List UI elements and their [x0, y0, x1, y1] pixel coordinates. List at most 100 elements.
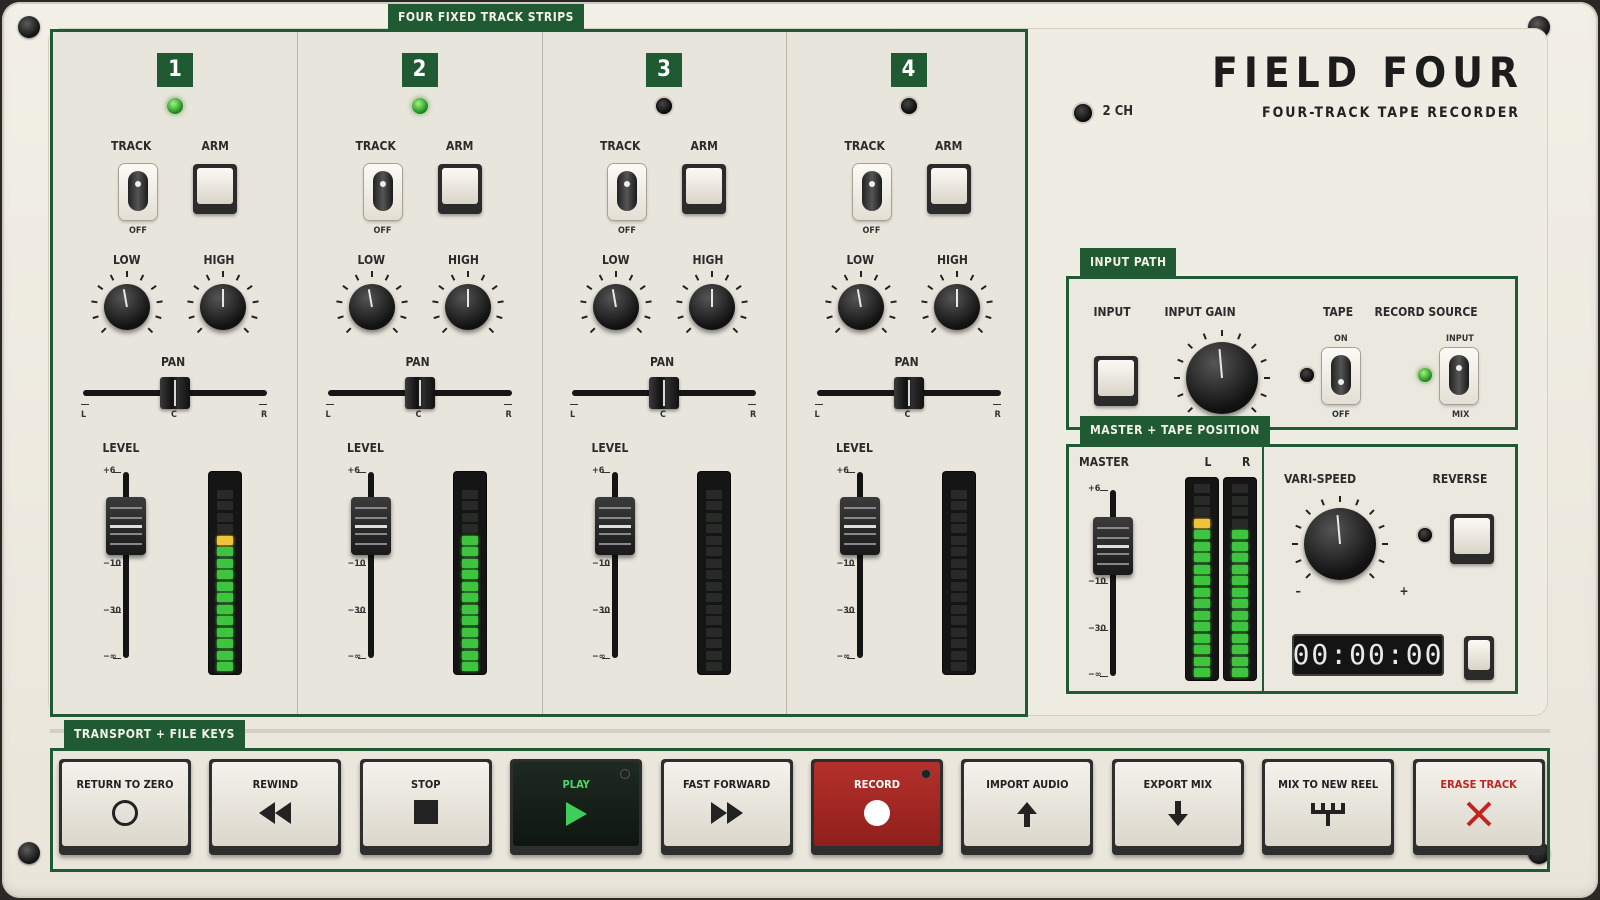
reverse-button[interactable]	[1450, 514, 1494, 564]
tape-toggle[interactable]	[1322, 348, 1360, 404]
fader-scale-label: −30	[103, 605, 122, 616]
knob-pointer	[1336, 515, 1341, 545]
low-eq-knob[interactable]	[91, 271, 163, 343]
low-eq-knob[interactable]	[824, 271, 897, 343]
pan-l-label: L	[81, 410, 87, 420]
button-face: IMPORT AUDIO	[964, 762, 1091, 846]
track-toggle[interactable]	[119, 164, 157, 220]
mix-to-new-reel-button[interactable]: MIX TO NEW REEL	[1262, 759, 1395, 855]
meter-segment	[1232, 495, 1248, 505]
record-icon	[814, 800, 940, 826]
meter-segment	[950, 616, 967, 625]
fader-cap[interactable]	[1093, 517, 1133, 575]
record-source-toggle[interactable]	[1440, 348, 1478, 404]
return-to-zero-button[interactable]: RETURN TO ZERO	[59, 759, 191, 855]
pan-tick-l	[814, 404, 823, 405]
indicator-led	[621, 770, 630, 778]
button-face: REWIND	[212, 762, 339, 846]
record-source-mix-label: MIX	[1452, 410, 1470, 420]
track-toggle[interactable]	[608, 164, 646, 220]
fader-line	[843, 533, 876, 535]
button-face: FAST FORWARD	[663, 762, 790, 846]
fader-cap[interactable]	[839, 497, 880, 555]
fader-scale-label: −∞	[836, 652, 851, 662]
stop-icon	[363, 800, 489, 824]
high-eq-knob[interactable]	[920, 271, 993, 343]
arm-button[interactable]	[682, 164, 726, 214]
high-eq-knob[interactable]	[431, 271, 504, 343]
high-eq-knob[interactable]	[676, 271, 748, 343]
fader-scale-tick	[113, 472, 121, 473]
meter-segment	[1232, 576, 1248, 585]
input-gain-knob[interactable]	[1174, 330, 1270, 426]
pan-slider[interactable]	[160, 377, 190, 409]
fader-scale-label: +6	[103, 466, 116, 476]
fader-line	[843, 525, 876, 528]
arm-button[interactable]	[926, 164, 971, 214]
play-button[interactable]: PLAY	[510, 759, 643, 855]
fader-scale-label: −∞	[592, 652, 606, 662]
track-led	[167, 98, 183, 114]
fader-scale-tick	[1100, 629, 1108, 631]
track-toggle[interactable]	[852, 164, 891, 220]
fader-scale-tick	[357, 658, 366, 659]
high-eq-knob[interactable]	[187, 271, 259, 343]
meter-segment	[1232, 530, 1248, 539]
fader-scale-label: −10	[836, 559, 855, 569]
meter-segment	[217, 662, 233, 671]
rewind-icon	[212, 800, 338, 830]
pan-label: PAN	[650, 355, 675, 369]
button-label: REWIND	[252, 778, 299, 791]
vari-speed-knob[interactable]	[1292, 496, 1388, 592]
fader-cap[interactable]	[106, 497, 146, 555]
export-mix-button[interactable]: EXPORT MIX	[1111, 759, 1244, 855]
knob-cap	[689, 284, 735, 330]
pan-slider[interactable]	[893, 377, 924, 409]
fader-line	[1097, 545, 1129, 548]
button-face: ERASE TRACK	[1415, 762, 1542, 846]
knob-cap	[348, 284, 395, 330]
rewind-button[interactable]: REWIND	[209, 759, 342, 855]
track-toggle[interactable]	[363, 164, 402, 220]
reverse-led	[1418, 528, 1432, 542]
low-eq-knob[interactable]	[580, 271, 652, 343]
fader-scale-tick	[1100, 490, 1108, 491]
record-button[interactable]: RECORD	[811, 759, 943, 855]
fader-cap[interactable]	[595, 497, 635, 555]
meter-segment	[461, 558, 478, 568]
fader-scale-label: −∞	[1088, 670, 1102, 680]
pan-tick-r	[503, 404, 512, 405]
meter-segment	[461, 581, 478, 591]
arm-button[interactable]	[193, 164, 237, 214]
low-eq-knob[interactable]	[335, 271, 408, 343]
meter-segment	[461, 662, 478, 671]
meter-segment	[950, 501, 967, 510]
fader-scale-tick	[357, 565, 366, 566]
screw-icon	[18, 16, 40, 38]
track-strip-3: 3 TRACK ARM OFF LOW HIGH PAN L C R LEVEL +6 −10 −30 −∞	[542, 32, 787, 714]
fast-forward-button[interactable]: FAST FORWARD	[660, 759, 793, 855]
master-meter-l	[1186, 478, 1218, 680]
knob-cap	[444, 284, 491, 330]
meter-segment	[461, 535, 478, 545]
meter-segment	[706, 604, 722, 614]
arm-label: ARM	[935, 139, 963, 153]
counter-reset-button[interactable]	[1464, 636, 1494, 680]
fader-cap[interactable]	[350, 497, 391, 555]
import-audio-button[interactable]: IMPORT AUDIO	[961, 759, 1094, 855]
meter-segment	[706, 535, 722, 545]
button-label: EXPORT MIX	[1143, 778, 1213, 791]
input-button[interactable]	[1094, 356, 1138, 406]
meter-segment	[1194, 622, 1210, 631]
meter-segment	[950, 604, 967, 614]
arm-button[interactable]	[437, 164, 482, 214]
meter-segment	[217, 639, 233, 648]
pan-slider[interactable]	[649, 377, 679, 409]
stop-button[interactable]: STOP	[359, 759, 492, 855]
fader-scale-label: −30	[836, 605, 855, 616]
meter-segment	[1194, 541, 1210, 551]
fader-scale-label: +6	[592, 466, 605, 476]
pan-slider[interactable]	[404, 377, 435, 409]
erase-track-button[interactable]: ERASE TRACK	[1412, 759, 1545, 855]
channel-led	[1074, 104, 1092, 122]
